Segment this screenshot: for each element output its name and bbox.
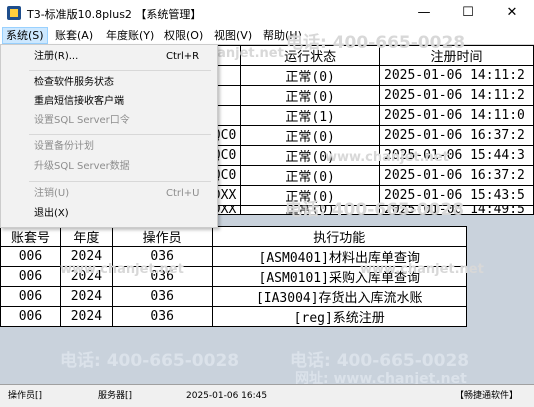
status-brand: 【畅捷通软件】 [455,391,519,401]
log-col-function: 执行功能 [211,226,467,247]
task-status: 正常(0) [240,145,380,166]
task-status: 正常(1) [240,105,380,126]
task-status: 正常(0) [240,185,380,206]
menu-item-label: 设置备份计划 [34,141,94,152]
menu-restart-sms[interactable]: 重启短信接收客户端 [1,92,215,112]
log-account: 006 [0,286,61,307]
menu-item-label: 设置SQL Server口令 [34,115,130,126]
menu-item-label: 升级SQL Server数据 [34,161,130,172]
status-operator: 操作员[] [8,391,43,401]
menu-separator [29,181,211,182]
log-function: [ASM0101]采购入库单查询 [211,266,467,287]
menu-account[interactable]: 账套(A) [52,28,96,43]
menu-separator [29,70,211,71]
menu-view[interactable]: 视图(V) [211,28,255,43]
log-table-header: 账套号 年度 操作员 执行功能 [0,226,467,247]
menu-item-label: 检查软件服务状态 [34,77,114,88]
table-row[interactable]: 006 2024 036 [reg]系统注册 [0,306,467,327]
system-menu-dropdown: 注册(R)... Ctrl+R 检查软件服务状态 重启短信接收客户端 设置SQL… [0,44,218,228]
log-table: 账套号 年度 操作员 执行功能 006 2024 036 [ASM0401]材料出库单… [0,226,467,327]
log-operator: 036 [111,266,213,287]
task-col-status: 运行状态 [240,45,380,66]
task-time: 2025-01-06 16:37:2 [379,125,534,146]
task-time: 2025-01-06 14:11:0 [379,105,534,126]
menu-backup-plan[interactable]: 设置备份计划 [1,137,215,157]
task-status: 正常(0) [240,205,380,215]
menu-logout[interactable]: 注销(U) Ctrl+U [1,184,215,204]
log-function: [IA3004]存货出入库流水账 [211,286,467,307]
watermark-phone: 电话: 400-665-0028 [60,351,240,371]
task-time: 2025-01-06 16:37:2 [379,165,534,186]
log-year: 2024 [59,246,113,267]
log-account: 006 [0,246,61,267]
log-function: [reg]系统注册 [211,306,467,327]
menu-item-shortcut: Ctrl+R [166,51,200,62]
log-year: 2024 [59,266,113,287]
task-time: 2025-01-06 15:43:5 [379,185,534,206]
log-year: 2024 [59,306,113,327]
status-bar: 操作员[] 服务器[] 2025-01-06 16:45 【畅捷通软件】 [0,384,534,407]
menu-system[interactable]: 系统(S) [2,27,48,44]
app-icon [7,6,21,20]
log-col-operator: 操作员 [111,226,213,247]
menu-item-shortcut: Ctrl+U [166,188,200,199]
task-status: 正常(0) [240,165,380,186]
task-status: 正常(0) [240,125,380,146]
close-button[interactable]: ✕ [490,0,534,26]
status-datetime: 2025-01-06 16:45 [186,391,268,401]
menu-help[interactable]: 帮助(H) [260,28,305,43]
task-time: 2025-01-06 14:11:2 [379,65,534,86]
log-operator: 036 [111,286,213,307]
log-col-year: 年度 [59,226,113,247]
task-status: 正常(0) [240,65,380,86]
menu-item-label: 注销(U) [34,188,70,199]
status-server: 服务器[] [98,391,133,401]
menu-register[interactable]: 注册(R)... Ctrl+R [1,47,215,67]
task-status: 正常(0) [240,85,380,106]
table-row[interactable]: 006 2024 036 [ASM0101]采购入库单查询 [0,266,467,287]
title-bar: T3-标准版10.8plus2 【系统管理】 — ☐ ✕ [0,0,534,26]
window-title: T3-标准版10.8plus2 【系统管理】 [27,8,202,21]
log-year: 2024 [59,286,113,307]
menu-permission[interactable]: 权限(O) [161,28,206,43]
table-row[interactable]: 006 2024 036 [IA3004]存货出入库流水账 [0,286,467,307]
menu-upgrade-sql[interactable]: 升级SQL Server数据 [1,157,215,177]
table-row[interactable]: 006 2024 036 [ASM0401]材料出库单查询 [0,246,467,267]
task-time: 2025-01-06 14:11:2 [379,85,534,106]
menu-check-service[interactable]: 检查软件服务状态 [1,73,215,93]
log-account: 006 [0,266,61,287]
log-function: [ASM0401]材料出库单查询 [211,246,467,267]
task-col-time: 注册时间 [379,45,534,66]
task-time: 2025-01-06 14:49:5 [379,205,534,215]
menu-sql-password[interactable]: 设置SQL Server口令 [1,111,215,131]
menu-item-label: 退出(X) [34,208,69,219]
task-time: 2025-01-06 15:44:3 [379,145,534,166]
menu-item-label: 重启短信接收客户端 [34,96,124,107]
maximize-button[interactable]: ☐ [446,0,490,26]
menu-separator [29,134,211,135]
minimize-button[interactable]: — [402,0,446,26]
menu-item-label: 注册(R)... [34,51,79,62]
menu-exit[interactable]: 退出(X) [1,204,215,224]
menu-bar: 系统(S) 账套(A) 年度账(Y) 权限(O) 视图(V) 帮助(H) [0,26,534,45]
log-operator: 036 [111,246,213,267]
log-col-account: 账套号 [0,226,61,247]
log-account: 006 [0,306,61,327]
log-operator: 036 [111,306,213,327]
menu-year-account[interactable]: 年度账(Y) [103,28,157,43]
watermark-phone: 电话: 400-665-0028 [290,351,470,371]
